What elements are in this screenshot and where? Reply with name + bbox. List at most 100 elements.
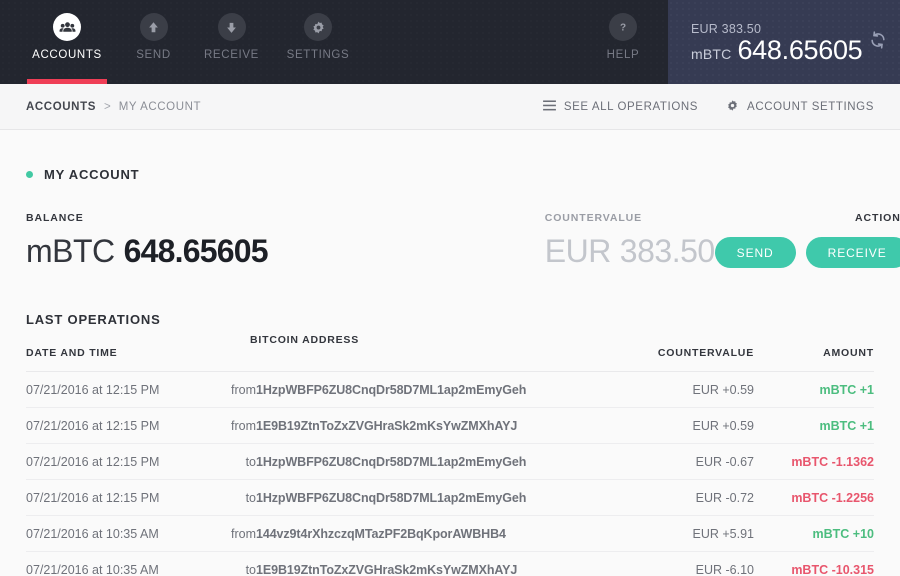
header-crypto-value: 648.65605	[737, 35, 863, 65]
breadcrumb-bar: ACCOUNTS > MY ACCOUNT SEE ALL OPERATIONS…	[0, 84, 900, 130]
column-header-amount: AMOUNT	[754, 347, 874, 372]
active-tab-indicator	[27, 79, 107, 84]
cell-date: 07/21/2016 at 12:15 PM	[26, 407, 226, 444]
cell-bitcoin-address[interactable]: 1HzpWBFP6ZU8CnqDr58D7ML1ap2mEmyGeh	[256, 443, 604, 480]
receive-arrow-down-icon	[217, 13, 246, 41]
send-button[interactable]: SEND	[714, 237, 796, 268]
cell-amount: mBTC +10	[754, 515, 874, 552]
balance-unit: mBTC	[26, 233, 115, 269]
cell-bitcoin-address[interactable]: 1E9B19ZtnToZxZVGHraSk2mKsYwZMXhAYJ	[256, 552, 604, 576]
cell-countervalue: EUR -0.67	[604, 443, 754, 480]
top-navigation-bar: ACCOUNTS SEND RECEIVE SETTINGS ? HELP EU…	[0, 0, 900, 84]
table-row[interactable]: 07/21/2016 at 10:35 AM to 1E9B19ZtnToZxZVG…	[26, 552, 874, 576]
cell-bitcoin-address[interactable]: 1HzpWBFP6ZU8CnqDr58D7ML1ap2mEmyGeh	[256, 479, 604, 516]
cell-countervalue: EUR +5.91	[604, 515, 754, 552]
balance-amount: 648.65605	[123, 233, 269, 269]
account-settings-button[interactable]: ACCOUNT SETTINGS	[726, 99, 874, 115]
receive-button[interactable]: RECEIVE	[805, 237, 900, 268]
accounts-icon	[53, 13, 81, 41]
table-header-row: DATE AND TIME COUNTERVALUE AMOUNT	[26, 347, 874, 372]
table-row[interactable]: 07/21/2016 at 12:15 PM from 1E9B19ZtnToZxZ…	[26, 407, 874, 444]
see-all-operations-button[interactable]: SEE ALL OPERATIONS	[542, 99, 699, 114]
operations-table: DATE AND TIME COUNTERVALUE AMOUNT 07/21/…	[26, 347, 874, 576]
countervalue-amount: 383.50	[619, 233, 715, 269]
cell-amount: mBTC +1	[754, 371, 874, 408]
countervalue-label: COUNTERVALUE	[544, 212, 643, 224]
page-title: MY ACCOUNT	[44, 167, 140, 182]
cell-amount: mBTC -1.2256	[754, 479, 874, 516]
cell-bitcoin-address[interactable]: 144vz9t4rXhzczqMTazPF2BqKporAWBHB4	[256, 515, 604, 552]
nav-label-send: SEND	[136, 49, 171, 61]
cell-countervalue: EUR -6.10	[695, 563, 754, 576]
gear-icon	[726, 99, 739, 115]
action-buttons: SEND RECEIVE	[714, 237, 900, 268]
balance-block: BALANCE mBTC 648.65605	[26, 212, 269, 270]
cell-direction: from	[226, 515, 256, 552]
header-balance-amounts: EUR 383.50 mBTC 648.65605	[691, 20, 863, 65]
main-content: MY ACCOUNT BALANCE mBTC 648.65605 COUNTE…	[0, 167, 900, 576]
nav-item-receive[interactable]: RECEIVE	[200, 0, 263, 84]
cell-date: 07/21/2016 at 10:35 AM	[26, 563, 159, 576]
last-operations-title: LAST OPERATIONS	[26, 312, 161, 327]
breadcrumb-my-account[interactable]: MY ACCOUNT	[119, 101, 201, 113]
nav-item-settings[interactable]: SETTINGS	[278, 0, 358, 84]
cell-amount: mBTC +1	[754, 407, 874, 444]
header-balance-panel: EUR 383.50 mBTC 648.65605	[668, 0, 900, 84]
table-row[interactable]: 07/21/2016 at 12:15 PM to 1HzpWBFP6ZU8CnqD…	[26, 479, 874, 516]
cell-date: 07/21/2016 at 12:15 PM	[26, 371, 226, 408]
nav-label-receive: RECEIVE	[203, 49, 260, 61]
cell-countervalue: EUR +0.59	[604, 407, 754, 444]
nav-label-accounts: ACCOUNTS	[32, 49, 102, 61]
account-title-row: MY ACCOUNT	[26, 167, 874, 182]
balance-row: BALANCE mBTC 648.65605 COUNTERVALUE EUR …	[26, 212, 900, 270]
actions-label: ACTIONS	[855, 212, 900, 224]
header-fiat-value: EUR 383.50	[691, 22, 762, 36]
cell-date: 07/21/2016 at 12:15 PM	[26, 479, 226, 516]
cell-date: 07/21/2016 at 12:15 PM	[26, 443, 226, 480]
operations-table-body: 07/21/2016 at 12:15 PM from 1HzpWBFP6ZU8Cn…	[26, 371, 874, 576]
table-row[interactable]: 07/21/2016 at 10:35 AM from 144vz9t4rXhzcz…	[26, 515, 874, 552]
operations-table-head: DATE AND TIME COUNTERVALUE AMOUNT	[26, 347, 874, 372]
actions-block: ACTIONS SEND RECEIVE	[714, 212, 900, 268]
list-lines-icon	[542, 99, 556, 114]
cell-direction: to	[245, 563, 256, 576]
refresh-sync-icon[interactable]	[862, 24, 894, 61]
cell-direction: to	[226, 479, 256, 516]
cell-countervalue: EUR -0.72	[604, 479, 754, 516]
column-header-date: DATE AND TIME	[26, 347, 604, 372]
cell-countervalue: EUR +0.59	[604, 371, 754, 408]
cell-bitcoin-address[interactable]: 1E9B19ZtnToZxZVGHraSk2mKsYwZMXhAYJ	[256, 407, 604, 444]
cell-date: 07/21/2016 at 10:35 AM	[26, 515, 226, 552]
balance-label: BALANCE	[26, 212, 84, 224]
gear-icon	[304, 13, 332, 41]
breadcrumb-accounts[interactable]: ACCOUNTS	[26, 101, 96, 113]
nav-items-container: ACCOUNTS SEND RECEIVE SETTINGS ? HELP	[0, 0, 668, 84]
breadcrumb-separator: >	[103, 100, 111, 113]
cell-direction: from	[226, 371, 256, 408]
question-mark-icon: ?	[609, 13, 637, 41]
countervalue-unit: EUR	[544, 233, 612, 269]
cell-bitcoin-address[interactable]: 1HzpWBFP6ZU8CnqDr58D7ML1ap2mEmyGeh	[256, 371, 604, 408]
breadcrumb-actions: SEE ALL OPERATIONS ACCOUNT SETTINGS	[542, 99, 874, 115]
see-all-operations-label: SEE ALL OPERATIONS	[563, 100, 699, 113]
cell-amount: mBTC -1.1362	[754, 443, 874, 480]
table-row[interactable]: 07/21/2016 at 12:15 PM to 1HzpWBFP6ZU8CnqD…	[26, 443, 874, 480]
balance-value-row: mBTC 648.65605	[26, 233, 269, 270]
cell-amount: mBTC -10.315	[791, 563, 874, 576]
nav-label-help: HELP	[606, 49, 640, 61]
svg-text:?: ?	[620, 23, 626, 34]
nav-item-accounts[interactable]: ACCOUNTS	[27, 0, 107, 84]
account-settings-label: ACCOUNT SETTINGS	[747, 100, 874, 113]
nav-item-send[interactable]: SEND	[122, 0, 185, 84]
countervalue-value-row: EUR 383.50	[545, 233, 715, 270]
nav-item-help[interactable]: ? HELP	[590, 0, 656, 84]
cell-direction: from	[226, 407, 256, 444]
header-crypto-unit: mBTC	[691, 46, 732, 62]
header-crypto-balance: mBTC 648.65605	[691, 35, 863, 65]
table-row[interactable]: 07/21/2016 at 12:15 PM from 1HzpWBFP6ZU8Cn…	[26, 371, 874, 408]
column-header-address: BITCOIN ADDRESS	[250, 334, 360, 346]
status-badge	[26, 171, 33, 178]
send-arrow-up-icon	[139, 13, 168, 41]
cell-direction: to	[226, 443, 256, 480]
column-header-countervalue: COUNTERVALUE	[604, 347, 754, 372]
